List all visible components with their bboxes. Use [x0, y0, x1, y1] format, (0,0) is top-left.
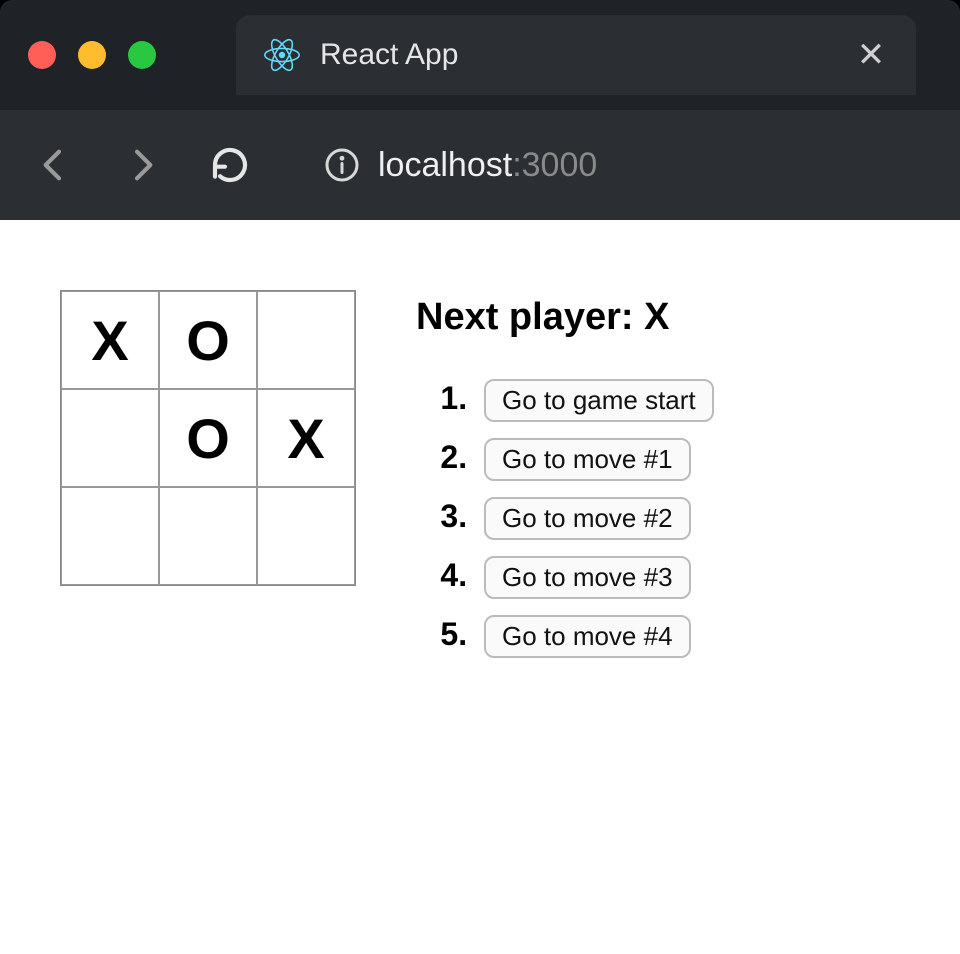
square-5[interactable]: X	[257, 389, 355, 487]
square-3[interactable]	[61, 389, 159, 487]
square-1[interactable]: O	[159, 291, 257, 389]
square-7[interactable]	[159, 487, 257, 585]
url-host: localhost	[378, 146, 512, 184]
url-port: :3000	[512, 146, 597, 184]
reload-icon[interactable]	[206, 141, 254, 189]
browser-chrome: React App ✕ localhost:	[0, 0, 960, 220]
info-icon	[324, 147, 360, 183]
square-4[interactable]: O	[159, 389, 257, 487]
url-text: localhost:3000	[378, 146, 597, 185]
game-info: Next player: X Go to game start Go to mo…	[416, 290, 714, 674]
back-icon[interactable]	[30, 141, 78, 189]
history-button-move-3[interactable]: Go to move #3	[484, 556, 691, 599]
history-list: Go to game start Go to move #1 Go to mov…	[416, 379, 714, 658]
square-8[interactable]	[257, 487, 355, 585]
list-item: Go to move #3	[476, 556, 714, 599]
square-2[interactable]	[257, 291, 355, 389]
tab-title: React App	[320, 38, 834, 72]
history-button-move-1[interactable]: Go to move #1	[484, 438, 691, 481]
browser-tabbar: React App ✕	[0, 0, 960, 110]
history-button-move-2[interactable]: Go to move #2	[484, 497, 691, 540]
forward-icon[interactable]	[118, 141, 166, 189]
game-board: X O O X	[60, 290, 356, 586]
address-bar[interactable]: localhost:3000	[324, 146, 597, 185]
status-text: Next player: X	[416, 296, 714, 339]
page-content: X O O X Next player: X Go to game start …	[0, 220, 960, 954]
list-item: Go to move #1	[476, 438, 714, 481]
square-6[interactable]	[61, 487, 159, 585]
window-maximize-button[interactable]	[128, 41, 156, 69]
react-icon	[264, 37, 300, 73]
window-minimize-button[interactable]	[78, 41, 106, 69]
history-button-start[interactable]: Go to game start	[484, 379, 714, 422]
list-item: Go to move #4	[476, 615, 714, 658]
browser-toolbar: localhost:3000	[0, 110, 960, 220]
history-button-move-4[interactable]: Go to move #4	[484, 615, 691, 658]
close-icon[interactable]: ✕	[854, 35, 888, 75]
list-item: Go to game start	[476, 379, 714, 422]
square-0[interactable]: X	[61, 291, 159, 389]
window-close-button[interactable]	[28, 41, 56, 69]
list-item: Go to move #2	[476, 497, 714, 540]
window-traffic-lights	[28, 41, 156, 69]
browser-tab[interactable]: React App ✕	[236, 15, 916, 95]
